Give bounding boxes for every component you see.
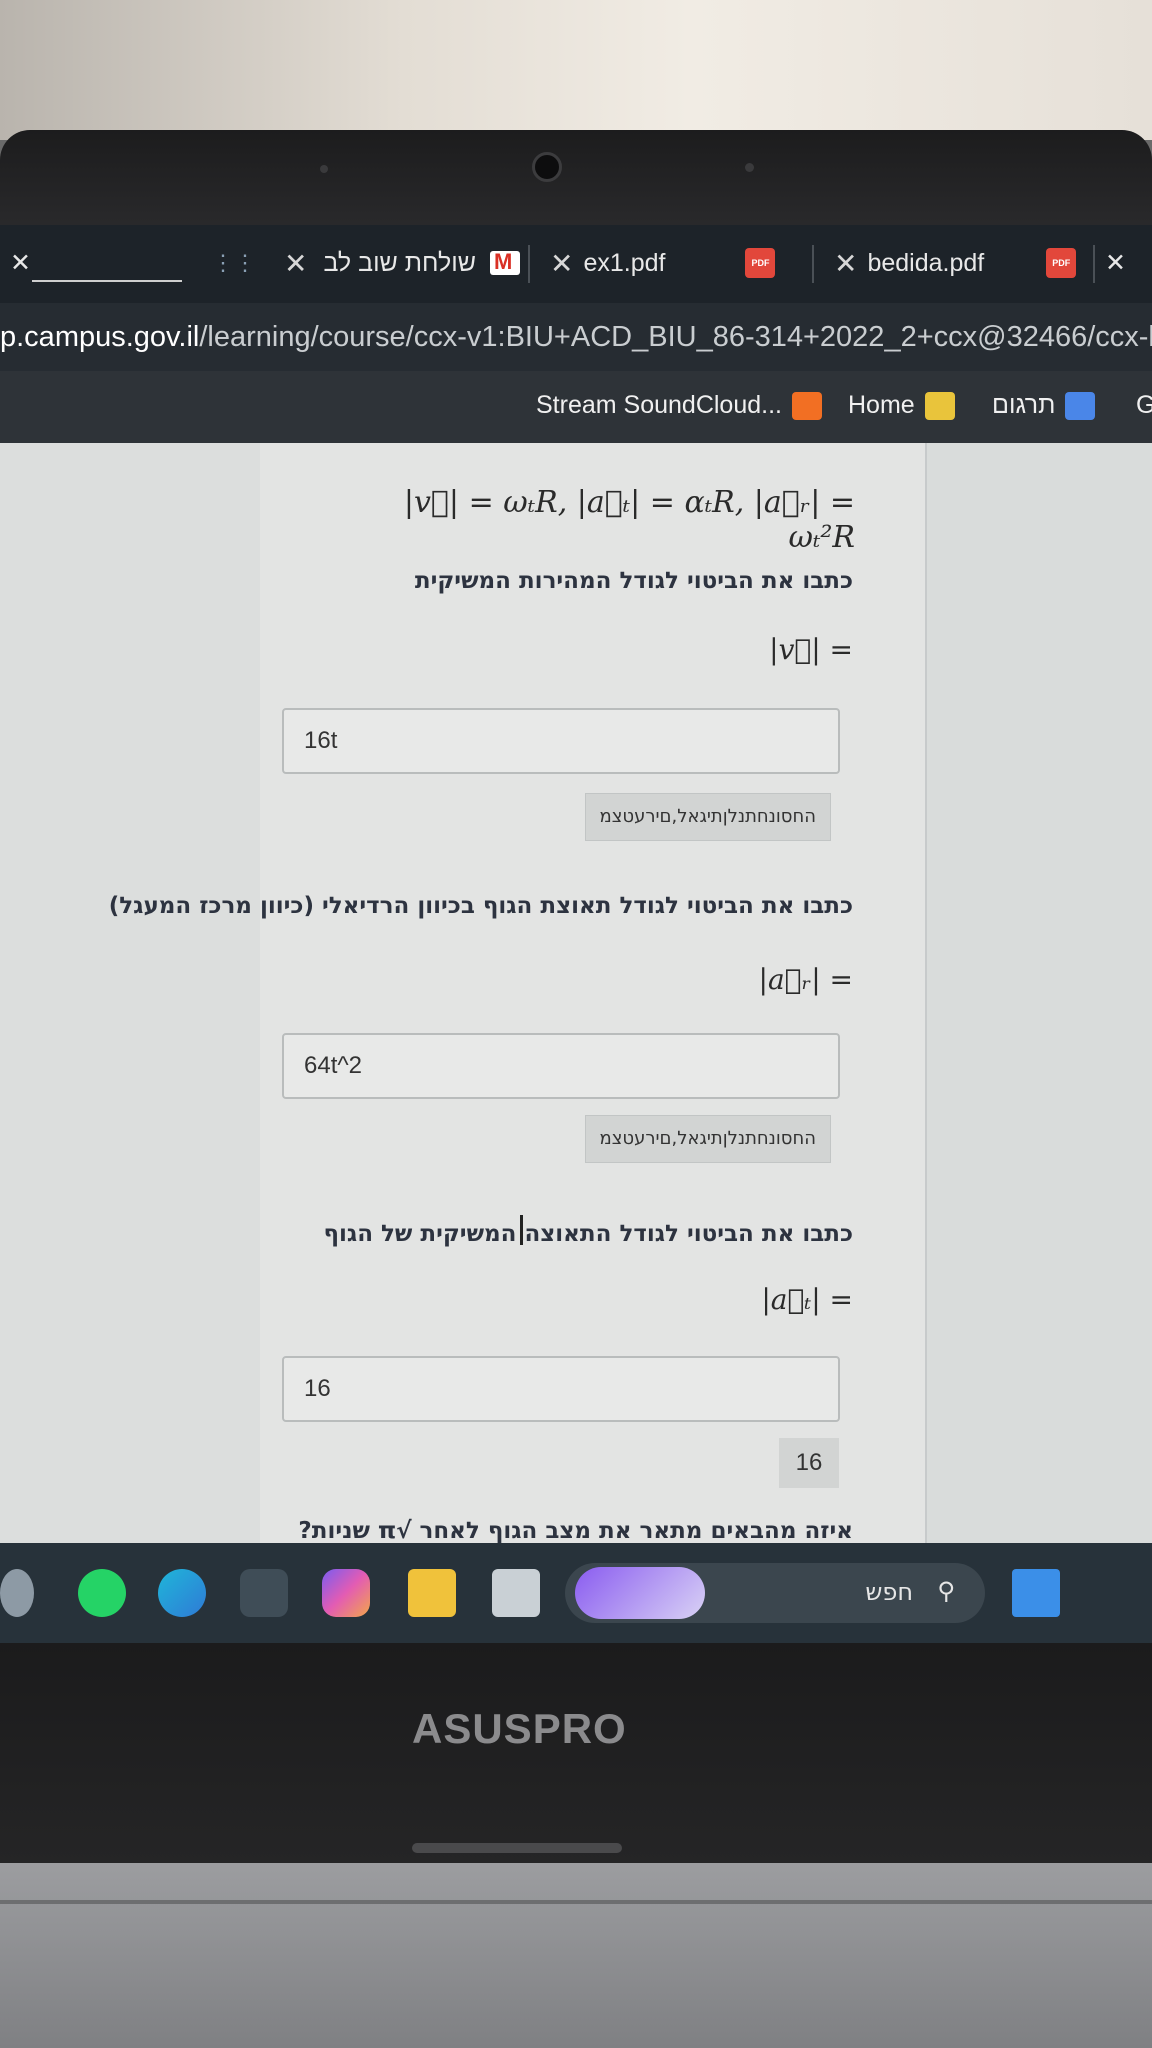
- answer-preview: 16: [779, 1438, 839, 1488]
- question-prompt: כתבו את הביטוי לגודל התאוצה המשיקית של ה…: [323, 1221, 853, 1247]
- question-equation: |a⃗ₜ| =: [761, 1283, 853, 1316]
- gmail-icon: [489, 251, 520, 275]
- store-icon[interactable]: [240, 1569, 288, 1617]
- background-wall: [0, 0, 1152, 140]
- tab-label: bedida.pdf: [867, 248, 985, 277]
- tab-gmail[interactable]: ⋮⋮ ✕ שולחת שוב לב: [212, 243, 520, 283]
- laptop-bottom-bezel: [0, 1643, 1152, 1863]
- close-icon[interactable]: ✕: [550, 247, 573, 280]
- pdf-icon: PDF: [745, 248, 776, 278]
- tab-far-close[interactable]: ✕: [1105, 243, 1126, 283]
- given-formulas: |v⃗| = ωₜR, |a⃗ₜ| = αₜR, |a⃗ᵣ| = ωₜ²R: [403, 485, 855, 555]
- tab-label: שולחת שוב לב: [323, 248, 476, 277]
- settings-icon[interactable]: [0, 1569, 34, 1617]
- question-equation: |a⃗ᵣ| =: [758, 963, 853, 996]
- tab-separator: [528, 245, 530, 283]
- bookmark-soundcloud[interactable]: Stream SoundCloud...: [536, 391, 822, 420]
- task-view-icon[interactable]: [492, 1569, 540, 1617]
- url-host: p.campus.gov.il: [0, 321, 200, 353]
- tab-bedida-pdf[interactable]: ✕ bedida.pdf PDF: [824, 243, 1077, 283]
- close-icon: ✕: [1105, 249, 1126, 277]
- bookmark-label: Stream SoundCloud...: [536, 391, 782, 419]
- problem-area: |v⃗| = ωₜR, |a⃗ₜ| = αₜR, |a⃗ᵣ| = ωₜ²R כת…: [109, 443, 925, 1643]
- question-prompt: כתבו את הביטוי לגודל תאוצת הגוף בכיוון ה…: [108, 893, 853, 919]
- start-icon[interactable]: [1012, 1569, 1060, 1617]
- question-prompt: כתבו את הביטוי לגודל המהירות המשיקית: [414, 568, 853, 594]
- question-equation: |v⃗| =: [769, 633, 853, 666]
- bezel-sensor-left: [320, 165, 328, 173]
- close-icon[interactable]: ✕: [284, 247, 307, 280]
- windows-taskbar: ⚲ חפש: [0, 1543, 1152, 1643]
- pdf-icon: PDF: [1046, 248, 1077, 278]
- file-explorer-icon[interactable]: [408, 1569, 456, 1617]
- laptop-top-bezel: [0, 130, 1152, 230]
- google-translate-icon: [1065, 391, 1096, 420]
- page-content: |v⃗| = ωₜR, |a⃗ₜ| = αₜR, |a⃗ᵣ| = ωₜ²R כת…: [0, 443, 1152, 1643]
- laptop-hinge: [412, 1843, 622, 1853]
- close-icon: ✕: [10, 249, 31, 277]
- taskbar-search[interactable]: ⚲ חפש: [565, 1563, 985, 1623]
- bookmark-g[interactable]: G: [1136, 391, 1152, 420]
- whatsapp-icon[interactable]: [78, 1569, 126, 1617]
- answer-input[interactable]: 16: [282, 1356, 840, 1422]
- bookmark-label: תרגום: [992, 391, 1056, 419]
- answer-preview: החסונחתנלןתיגאל,םירעטצמ: [584, 793, 831, 841]
- answer-preview: החסונחתנלןתיגאל,םירעטצמ: [584, 1115, 831, 1163]
- bookmark-label: Home: [848, 391, 915, 419]
- question-prompt: איזה מהבאים מתאר את מצב הגוף לאחר √π שני…: [298, 1518, 853, 1544]
- tab-ex1-pdf[interactable]: ✕ ex1.pdf PDF: [540, 243, 776, 283]
- window-close-button[interactable]: ✕: [10, 243, 31, 283]
- url-path: /learning/course/ccx-v1:BIU+ACD_BIU_86-3…: [199, 321, 1152, 353]
- left-margin: [0, 443, 260, 1643]
- tab-underline: [32, 280, 182, 282]
- bookmark-translate[interactable]: תרגום: [992, 391, 1096, 420]
- browser-tab-bar: ✕ ⋮⋮ ✕ שולחת שוב לב ✕ ex1.pdf PDF ✕ bedi…: [0, 225, 1152, 303]
- tab-label: ex1.pdf: [583, 248, 666, 277]
- bookmarks-bar: Stream SoundCloud... Home תרגום G: [0, 371, 1152, 443]
- copilot-icon[interactable]: [322, 1569, 370, 1617]
- tab-separator: [1093, 245, 1095, 283]
- close-icon[interactable]: ✕: [834, 247, 857, 280]
- search-label: חפש: [865, 1578, 913, 1606]
- bookmark-label: G: [1136, 391, 1152, 419]
- bookmark-home[interactable]: Home: [848, 391, 955, 420]
- laptop-brand-logo: ASUSPRO: [412, 1705, 627, 1752]
- right-sidebar: [925, 443, 1152, 1643]
- keyboard-deck: [0, 1863, 1152, 2048]
- address-bar[interactable]: p.campus.gov.il/learning/course/ccx-v1:B…: [0, 303, 1152, 371]
- home-icon: [924, 391, 955, 420]
- text-cursor-icon: [520, 1215, 523, 1245]
- tab-separator: [812, 245, 814, 283]
- answer-input[interactable]: 16t: [282, 708, 840, 774]
- webcam-lens: [532, 152, 562, 182]
- edge-icon[interactable]: [158, 1569, 206, 1617]
- deck-edge: [0, 1900, 1152, 1904]
- bezel-sensor-right: [745, 163, 754, 172]
- search-icon: ⚲: [937, 1577, 955, 1605]
- soundcloud-icon: [791, 391, 822, 420]
- answer-input[interactable]: 64t^2: [282, 1033, 840, 1099]
- bars-icon: ⋮⋮: [212, 250, 256, 275]
- laptop-screen: ✕ ⋮⋮ ✕ שולחת שוב לב ✕ ex1.pdf PDF ✕ bedi…: [0, 225, 1152, 1643]
- widget-icon: [575, 1567, 705, 1619]
